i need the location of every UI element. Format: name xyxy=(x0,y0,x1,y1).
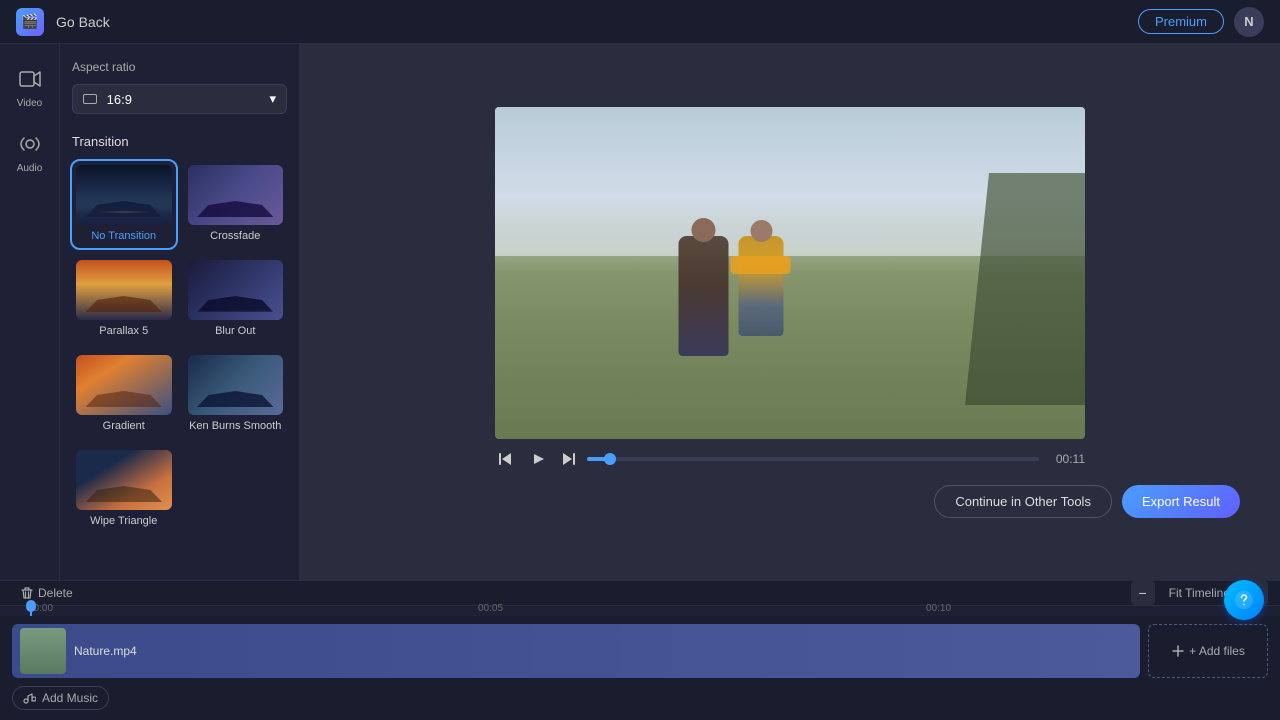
transition-thumb-crossfade xyxy=(188,165,284,225)
video-container: 00:11 xyxy=(495,107,1085,469)
figure-scarf xyxy=(731,256,791,274)
video-icon xyxy=(19,68,41,95)
figure-person-2 xyxy=(739,236,784,336)
transition-thumb-parallax5 xyxy=(76,260,172,320)
playhead-head xyxy=(26,602,36,612)
help-bubble[interactable] xyxy=(1224,580,1264,620)
export-button[interactable]: Export Result xyxy=(1122,485,1240,518)
aspect-ratio-icon xyxy=(83,94,97,104)
audio-icon xyxy=(19,133,41,160)
video-nav-label: Video xyxy=(17,98,42,109)
transition-name-crossfade: Crossfade xyxy=(210,230,260,242)
aspect-ratio-value: 16:9 xyxy=(107,92,132,107)
transition-parallax5[interactable]: Parallax 5 xyxy=(72,256,176,343)
track-row-video: Nature.mp4 + Add files xyxy=(12,624,1268,678)
main-area: Video Audio Aspect ratio 16:9 ▾ Transiti… xyxy=(0,44,1280,580)
transition-thumb-gradient xyxy=(76,355,172,415)
app-icon: 🎬 xyxy=(16,8,44,36)
clip-thumbnail xyxy=(20,628,66,674)
timeline-ruler: 00:00 00:05 00:10 xyxy=(0,606,1280,616)
transition-name-kenburns: Ken Burns Smooth xyxy=(189,420,281,432)
track-row-music: Add Music xyxy=(12,684,1268,712)
go-back-button[interactable]: Go Back xyxy=(56,14,110,30)
aspect-ratio-label: Aspect ratio xyxy=(72,60,287,74)
play-pause-button[interactable] xyxy=(525,449,549,469)
video-scene xyxy=(495,107,1085,439)
video-preview xyxy=(495,107,1085,439)
video-clip[interactable]: Nature.mp4 xyxy=(12,624,1140,678)
add-files-zone[interactable]: + Add files xyxy=(1148,624,1268,678)
aspect-ratio-selector[interactable]: 16:9 ▾ xyxy=(72,84,287,114)
transition-gradient[interactable]: Gradient xyxy=(72,351,176,438)
top-bar-right: Premium N xyxy=(1138,7,1264,37)
aspect-ratio-icon-container: 16:9 xyxy=(83,92,132,107)
action-row: Continue in Other Tools Export Result xyxy=(320,485,1260,518)
clip-name: Nature.mp4 xyxy=(74,644,137,658)
progress-thumb xyxy=(604,453,616,465)
transition-kenburns[interactable]: Ken Burns Smooth xyxy=(184,351,288,438)
transition-name-gradient: Gradient xyxy=(103,420,145,432)
top-bar: 🎬 Go Back Premium N xyxy=(0,0,1280,44)
ruler-marker-10: 00:10 xyxy=(926,603,951,614)
sidebar-item-video[interactable]: Video xyxy=(4,60,56,117)
transition-name-no-transition: No Transition xyxy=(91,230,156,242)
scene-figure xyxy=(679,236,784,356)
transition-thumb-wipe xyxy=(76,450,172,510)
transition-no-transition[interactable]: No Transition xyxy=(72,161,176,248)
transition-thumb-no-transition xyxy=(76,165,172,225)
side-nav: Video Audio xyxy=(0,44,60,580)
add-files-label: + Add files xyxy=(1189,644,1245,658)
transition-thumb-blurout xyxy=(188,260,284,320)
transition-name-blurout: Blur Out xyxy=(215,325,255,337)
video-controls: 00:11 xyxy=(495,449,1085,469)
audio-nav-label: Audio xyxy=(17,163,43,174)
avatar[interactable]: N xyxy=(1234,7,1264,37)
timeline-tracks: Nature.mp4 + Add files Add Music xyxy=(0,616,1280,720)
zoom-out-button[interactable]: − xyxy=(1131,581,1155,605)
skip-back-button[interactable] xyxy=(495,450,517,468)
timeline-area: Delete − Fit Timeline + 00:00 00:05 00:1… xyxy=(0,580,1280,720)
premium-button[interactable]: Premium xyxy=(1138,9,1224,34)
transition-name-wipe-triangle: Wipe Triangle xyxy=(90,515,157,527)
transition-grid: No Transition Crossfade Parallax 5 xyxy=(72,161,287,533)
continue-button[interactable]: Continue in Other Tools xyxy=(934,485,1112,518)
timeline-toolbar: Delete − Fit Timeline + xyxy=(0,581,1280,606)
delete-button[interactable]: Delete xyxy=(12,583,81,603)
add-music-label: Add Music xyxy=(42,691,98,705)
music-icon xyxy=(23,692,36,705)
transition-thumb-kenburns xyxy=(188,355,284,415)
progress-bar[interactable] xyxy=(587,457,1039,461)
clip-thumb-scene xyxy=(20,628,66,674)
add-files-icon xyxy=(1171,644,1185,658)
video-area: 00:11 Continue in Other Tools Export Res… xyxy=(300,44,1280,580)
transition-crossfade[interactable]: Crossfade xyxy=(184,161,288,248)
figure-person-1 xyxy=(679,236,729,356)
panel: Aspect ratio 16:9 ▾ Transition No Transi… xyxy=(60,44,300,580)
transition-wipe-triangle[interactable]: Wipe Triangle xyxy=(72,446,176,533)
add-music-button[interactable]: Add Music xyxy=(12,686,109,710)
chevron-down-icon: ▾ xyxy=(269,91,276,107)
delete-label: Delete xyxy=(38,586,73,600)
playhead xyxy=(30,606,32,616)
help-icon xyxy=(1234,590,1254,610)
transition-name-parallax5: Parallax 5 xyxy=(99,325,148,337)
transition-label: Transition xyxy=(72,134,287,149)
sidebar-item-audio[interactable]: Audio xyxy=(4,125,56,182)
time-display: 00:11 xyxy=(1047,452,1085,466)
skip-forward-button[interactable] xyxy=(557,450,579,468)
transition-blurout[interactable]: Blur Out xyxy=(184,256,288,343)
delete-icon xyxy=(20,586,34,600)
ruler-marker-5: 00:05 xyxy=(478,603,503,614)
